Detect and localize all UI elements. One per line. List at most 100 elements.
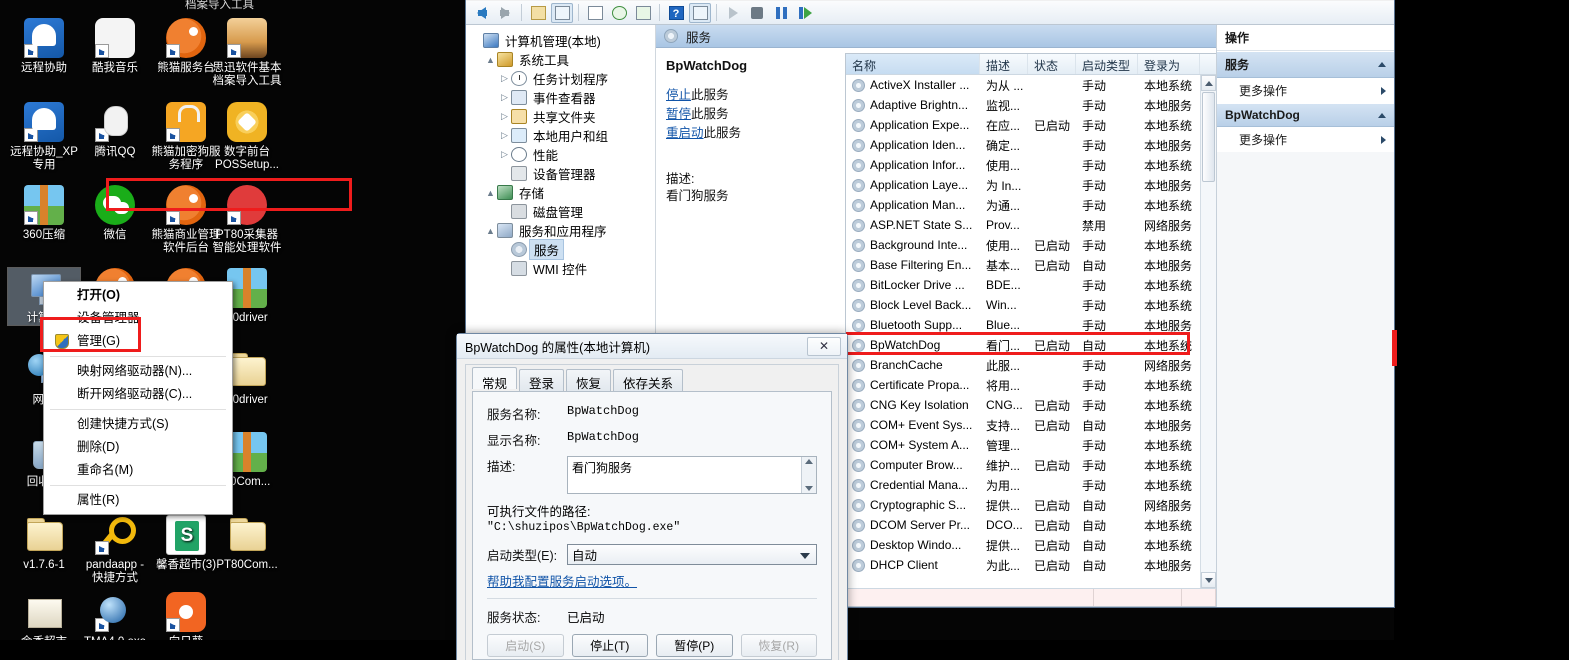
service-control-button[interactable]: 暂停(P) [656,634,733,657]
desktop-icon[interactable]: 360压缩 [8,185,80,242]
table-row[interactable]: BitLocker Drive ... BDE... 手动 本地系统 [846,275,1200,295]
table-row[interactable]: Computer Brow... 维护... 已启动 手动 本地系统 [846,455,1200,475]
tree-node[interactable]: ▷ 性能 [466,145,655,164]
tree-expander-icon[interactable]: ▲ [484,55,497,65]
context-menu-item[interactable]: 删除(D) [44,436,232,459]
description-textarea[interactable]: 看门狗服务 [567,456,817,494]
context-menu-item[interactable]: 创建快捷方式(S) [44,413,232,436]
context-menu-item[interactable]: 属性(R) [44,489,232,512]
tree-expander-icon[interactable]: ▲ [484,226,497,236]
properties-icon[interactable] [584,3,606,23]
chevron-up-icon[interactable] [1378,112,1386,118]
desktop-icon[interactable]: 思迅软件基本档案导入工具 [211,18,283,88]
extended-view-tab[interactable] [846,589,1094,606]
table-row[interactable]: ASP.NET State S... Prov... 禁用 网络服务 [846,215,1200,235]
table-row[interactable]: Adaptive Brightn... 监视... 手动 本地服务 [846,95,1200,115]
properties-tab[interactable]: 常规 [472,367,518,391]
tree-expander-icon[interactable]: ▷ [498,92,511,103]
tree-node[interactable]: ▲ 存储 [466,183,655,202]
table-row[interactable]: CNG Key Isolation CNG... 已启动 手动 本地系统 [846,395,1200,415]
service-action-link[interactable]: 暂停 [666,107,691,121]
refresh-icon[interactable] [608,3,630,23]
services-list[interactable]: 名称 描述 状态 启动类型 登录为 ActiveX Installer ... 为… [845,53,1216,607]
table-row[interactable]: Application Expe... 在应... 已启动 手动 本地系统 [846,115,1200,135]
table-row[interactable]: Certificate Propa... 将用... 手动 本地系统 [846,375,1200,395]
startup-type-select[interactable]: 自动 [567,544,817,565]
restart-service-icon[interactable] [794,3,816,23]
tree-node[interactable]: ▷ 共享文件夹 [466,107,655,126]
desktop-icon[interactable]: pandaapp - 快捷方式 [79,515,151,585]
tree-node[interactable]: WMI 控件 [466,259,655,278]
table-row[interactable]: Bluetooth Supp... Blue... 手动 本地服务 [846,315,1200,335]
table-row[interactable]: BpWatchDog 看门... 已启动 自动 本地系统 [846,335,1200,355]
tree-node[interactable]: ▲ 服务和应用程序 [466,221,655,240]
table-row[interactable]: Block Level Back... Win... 手动 本地系统 [846,295,1200,315]
actions-more-actions-item[interactable]: 更多操作 [1217,127,1394,152]
desktop-icon[interactable]: 腾讯QQ [79,102,151,159]
services-view-tabs[interactable] [846,588,1216,606]
table-row[interactable]: Background Inte... 使用... 已启动 手动 本地系统 [846,235,1200,255]
column-header-description[interactable]: 描述 [980,54,1028,74]
configure-startup-help-link[interactable]: 帮助我配置服务启动选项。 [487,571,817,590]
column-header-startup-type[interactable]: 启动类型 [1076,54,1138,74]
start-service-icon[interactable] [722,3,744,23]
service-action-link[interactable]: 重启动 [666,126,704,140]
help-icon[interactable]: ? [665,3,687,23]
tree-expander-icon[interactable]: ▷ [498,73,511,84]
context-menu-item[interactable]: 断开网络驱动器(C)... [44,383,232,406]
table-row[interactable]: COM+ Event Sys... 支持... 已启动 自动 本地服务 [846,415,1200,435]
tree-node[interactable]: 磁盘管理 [466,202,655,221]
actions-more-actions-item[interactable]: 更多操作 [1217,78,1394,103]
tree-node[interactable]: 服务 [466,239,655,260]
tree-expander-icon[interactable]: ▲ [484,188,497,198]
context-menu-item[interactable]: 设备管理器 [44,307,232,330]
services-vertical-scrollbar[interactable] [1200,75,1216,588]
chevron-up-icon[interactable] [1378,62,1386,67]
table-row[interactable]: ActiveX Installer ... 为从 ... 手动 本地系统 [846,75,1200,95]
stop-service-icon[interactable] [746,3,768,23]
context-menu-item[interactable]: 打开(O) [44,284,232,307]
forward-icon[interactable] [494,3,516,23]
pause-service-icon[interactable] [770,3,792,23]
close-icon[interactable]: ✕ [807,336,841,356]
back-icon[interactable] [470,3,492,23]
desktop-icon[interactable]: 数字前台POSSetup... [211,102,283,172]
desktop-icon[interactable]: v1.7.6-1 [8,515,80,572]
actions-group-header[interactable]: 服务 [1217,51,1394,78]
actions-group-header[interactable]: BpWatchDog [1217,103,1394,127]
scroll-up-icon[interactable] [805,459,813,464]
services-list-header[interactable]: 名称 描述 状态 启动类型 登录为 [846,54,1216,75]
table-row[interactable]: BranchCache 此服... 手动 网络服务 [846,355,1200,375]
properties-tab[interactable]: 登录 [519,369,565,391]
desktop-icon[interactable]: 远程协助 [8,18,80,75]
desktop-icon[interactable]: PT80Com... [211,515,283,572]
properties-tabs[interactable]: 常规 登录 恢复 依存关系 [466,367,838,391]
tree-node[interactable]: ▷ 事件查看器 [466,88,655,107]
tree-node[interactable]: 计算机管理(本地) [466,31,655,50]
scroll-down-icon[interactable] [805,486,813,491]
table-row[interactable]: Application Iden... 确定... 手动 本地服务 [846,135,1200,155]
tree-node[interactable]: ▲ 系统工具 [466,50,655,69]
table-row[interactable]: Credential Mana... 为用... 手动 本地系统 [846,475,1200,495]
standard-view-tab[interactable] [1094,589,1182,606]
table-row[interactable]: Application Laye... 为 In... 手动 本地服务 [846,175,1200,195]
column-header-log-on-as[interactable]: 登录为 [1138,54,1200,74]
column-header-name[interactable]: 名称 [846,54,980,74]
context-menu-item[interactable]: 映射网络驱动器(N)... [44,360,232,383]
export-list-icon[interactable] [632,3,654,23]
properties-tab[interactable]: 恢复 [566,369,612,391]
table-row[interactable]: DCOM Server Pr... DCO... 已启动 自动 本地系统 [846,515,1200,535]
tree-expander-icon[interactable]: ▷ [498,111,511,122]
up-folder-icon[interactable] [527,3,549,23]
show-action-pane-icon[interactable] [689,2,711,23]
table-row[interactable]: DHCP Client 为此... 已启动 自动 本地服务 [846,555,1200,575]
table-row[interactable]: COM+ System A... 管理... 手动 本地系统 [846,435,1200,455]
table-row[interactable]: Application Infor... 使用... 手动 本地系统 [846,155,1200,175]
description-scroll[interactable] [801,457,816,493]
context-menu-item[interactable]: 管理(G) [44,330,232,353]
service-control-button[interactable]: 停止(T) [571,634,648,657]
desktop-icon[interactable]: 微信 [79,185,151,242]
table-row[interactable]: Desktop Windo... 提供... 已启动 自动 本地系统 [846,535,1200,555]
scroll-thumb[interactable] [1202,92,1215,182]
table-row[interactable]: Cryptographic S... 提供... 已启动 自动 网络服务 [846,495,1200,515]
